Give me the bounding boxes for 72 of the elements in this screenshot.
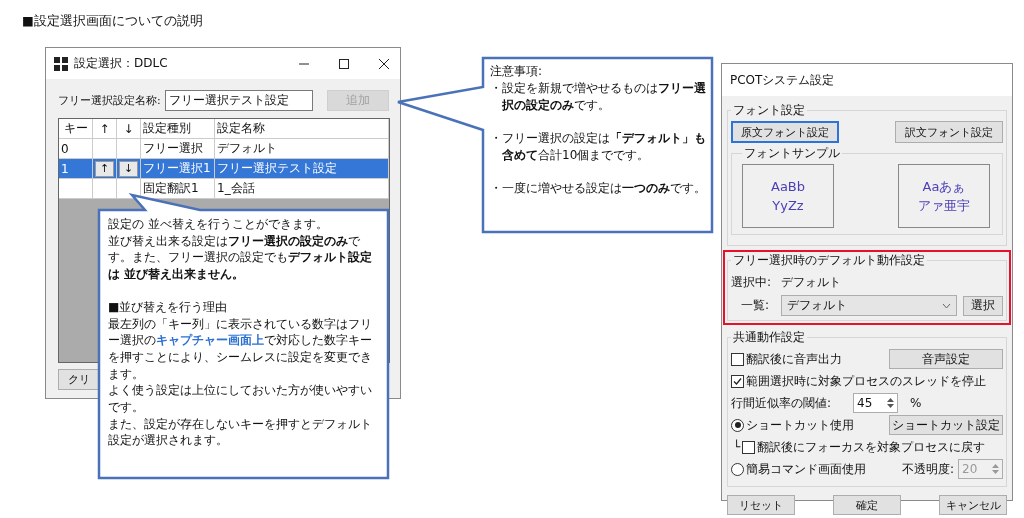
column-header[interactable]: 設定種別 [141,119,215,138]
capture-screen-link[interactable]: キャプチャー画面上 [156,333,264,348]
maximize-icon[interactable] [338,57,350,70]
threshold-spinner[interactable]: 45 [853,393,899,413]
window-title: PCOTシステム設定 [722,64,1012,96]
field-label: 行間近似率の閾値: [731,394,832,412]
tree-branch-mark: └ [733,440,741,454]
app-icon [54,56,68,71]
clear-button[interactable]: クリ [58,369,99,390]
note-text: 並び替え出来る設定はフリー選択の設定のみです。また、フリー選択の設定でもデフォルト設定は 並び替え出来ません。 [108,232,372,283]
checkbox[interactable] [731,374,744,388]
field-label: 選択中: [731,274,773,291]
note-text: ・設定を新規で増やせるものはフリー選択の設定のみです。 [490,80,706,114]
font-setting-button[interactable]: 訳文フォント設定 [895,121,1003,143]
close-icon[interactable] [378,57,390,70]
chevron-down-icon [942,302,951,309]
dialog-button[interactable]: キャンセル [939,495,1007,515]
group-title: 共通動作設定 [732,329,806,346]
move-down-button[interactable]: ↓ [119,160,138,177]
note-text: よく使う設定は上位にしておいた方が使いやすいです。 [108,382,372,416]
checkbox[interactable] [742,440,756,454]
note-heading: ■並び替えを行う理由 [108,298,229,316]
table-row[interactable]: 0 フリー選択 デフォルト [59,139,389,159]
list-dropdown[interactable]: デフォルト [781,295,957,316]
note-text: また、設定が存在しないキーを押すとデフォルト設定が選択されます。 [108,415,372,450]
font-sample: Aaあぁ アァ亜宇 [898,164,990,228]
table-cell: フリー選択1 [141,159,215,178]
spin-arrows-icon[interactable] [886,397,896,409]
window-title: 設定選択：DDLC [74,55,169,72]
checkbox[interactable] [731,352,744,366]
table-cell: フリー選択 [141,139,215,158]
font-sample: AaBb YyZz [742,164,834,228]
dialog-button[interactable]: リセット [727,495,795,515]
current-value: デフォルト [781,274,841,291]
group-title: フリー選択時のデフォルト動作設定 [732,252,926,269]
select-button[interactable]: 選択 [963,295,1003,316]
column-header[interactable]: ↓ [117,119,141,138]
checkbox-label: 範囲選択時に対象プロセスのスレッドを停止 [746,372,986,390]
checkbox-label: 翻訳後に音声出力 [746,350,842,368]
checkbox-label: 翻訳後にフォーカスを対象プロセスに戻す [757,438,986,456]
move-up-button[interactable]: ↑ [95,160,114,177]
column-header[interactable]: 設定名称 [215,119,389,138]
radio-label: 簡易コマンド画面使用 [746,460,866,478]
field-label: フリー選択設定名称: [58,92,161,108]
column-header[interactable]: ↑ [93,119,117,138]
note-text: ・フリー選択の設定は「デフォルト」も含めて合計10個までです。 [490,130,706,164]
table-row[interactable]: 1 ↑ ↓ フリー選択1 フリー選択テスト設定 [59,159,389,179]
note-heading: 注意事項: [490,63,544,80]
table-cell: 1 [59,159,93,178]
note-text: ・一度に増やせる設定は一つのみです。 [490,180,706,197]
group-title: フォント設定 [732,102,806,119]
field-label: 不透明度: [901,460,954,478]
table-cell: フリー選択テスト設定 [215,159,389,178]
table-cell: デフォルト [215,139,389,158]
dialog-button[interactable]: 確定 [833,495,901,515]
settings-button[interactable]: 音声設定 [889,349,1003,369]
radio-button[interactable] [731,418,744,432]
note-text: 最左列の「キー列」に表示されている数字はフリー選択のキャプチャー画面上で対応した数字キーを押すことにより、シームレスに設定を変更できます。 [108,315,372,383]
radio-label: ショートカット使用 [746,416,854,434]
note-text: 設定の 並べ替えを行うことができます。 [108,216,329,233]
radio-button[interactable] [731,462,744,476]
page-title: ■設定選択画面についての説明 [21,12,204,30]
table-cell: 0 [59,139,93,158]
name-input[interactable]: フリー選択テスト設定 [164,89,313,111]
column-header[interactable]: キー [59,119,93,138]
field-label: 一覧: [739,297,770,314]
unit-label: % [910,396,922,410]
group-title: フォントサンプル [743,145,841,162]
settings-button[interactable]: ショートカット設定 [889,415,1003,435]
table-row[interactable]: 固定翻訳1 1_会話 [59,179,389,199]
font-setting-button[interactable]: 原文フォント設定 [731,121,839,143]
table-cell: 1_会話 [215,179,389,198]
